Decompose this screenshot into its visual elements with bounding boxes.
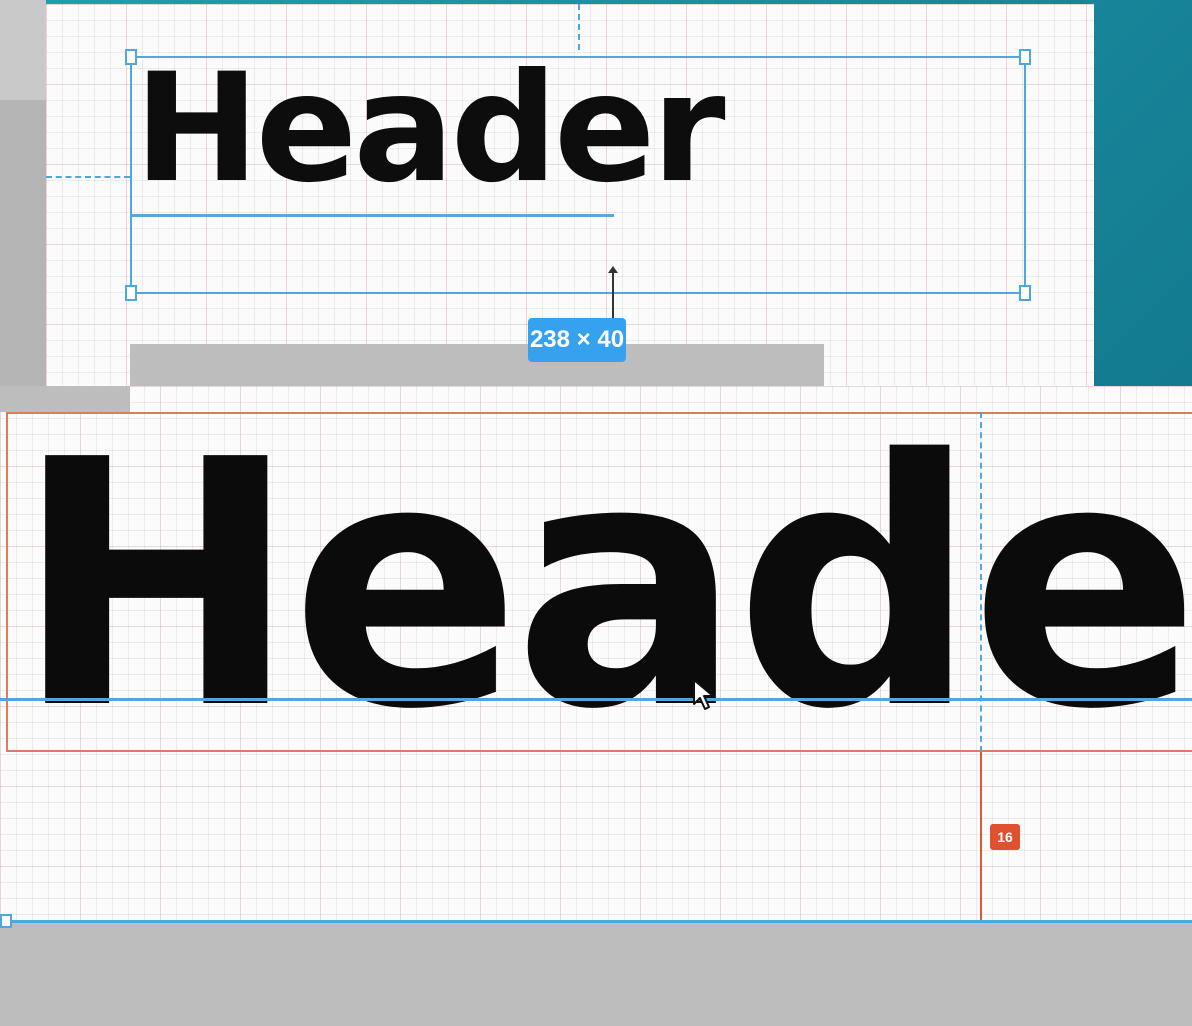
- horizontal-guide: [46, 176, 130, 178]
- dimension-badge: 238 × 40: [528, 318, 626, 362]
- header-text-zoomed[interactable]: Heade: [14, 416, 1192, 756]
- gray-block-bottom: [0, 923, 1192, 1026]
- left-gray-strip: [0, 0, 46, 386]
- bottom-canvas[interactable]: Heade 16: [0, 386, 1192, 1026]
- spacing-badge: 16: [990, 824, 1020, 850]
- resize-handle-zoomed[interactable]: [0, 914, 12, 928]
- left-gray-block: [0, 100, 46, 386]
- gray-block: [130, 344, 824, 386]
- resize-handle-bottom-left[interactable]: [125, 285, 137, 301]
- resize-handle-bottom-right[interactable]: [1019, 285, 1031, 301]
- arrow-cursor-icon: [693, 679, 714, 710]
- vertical-guide-zoomed: [980, 412, 982, 752]
- text-baseline-zoomed: [0, 698, 1192, 701]
- measure-line: [612, 270, 614, 322]
- selection-box[interactable]: [125, 49, 1031, 301]
- resize-handle-top-right[interactable]: [1019, 49, 1031, 65]
- resize-handle-top-left[interactable]: [125, 49, 137, 65]
- spacing-line: [980, 752, 982, 920]
- top-canvas[interactable]: Header 238 × 40: [46, 4, 1094, 386]
